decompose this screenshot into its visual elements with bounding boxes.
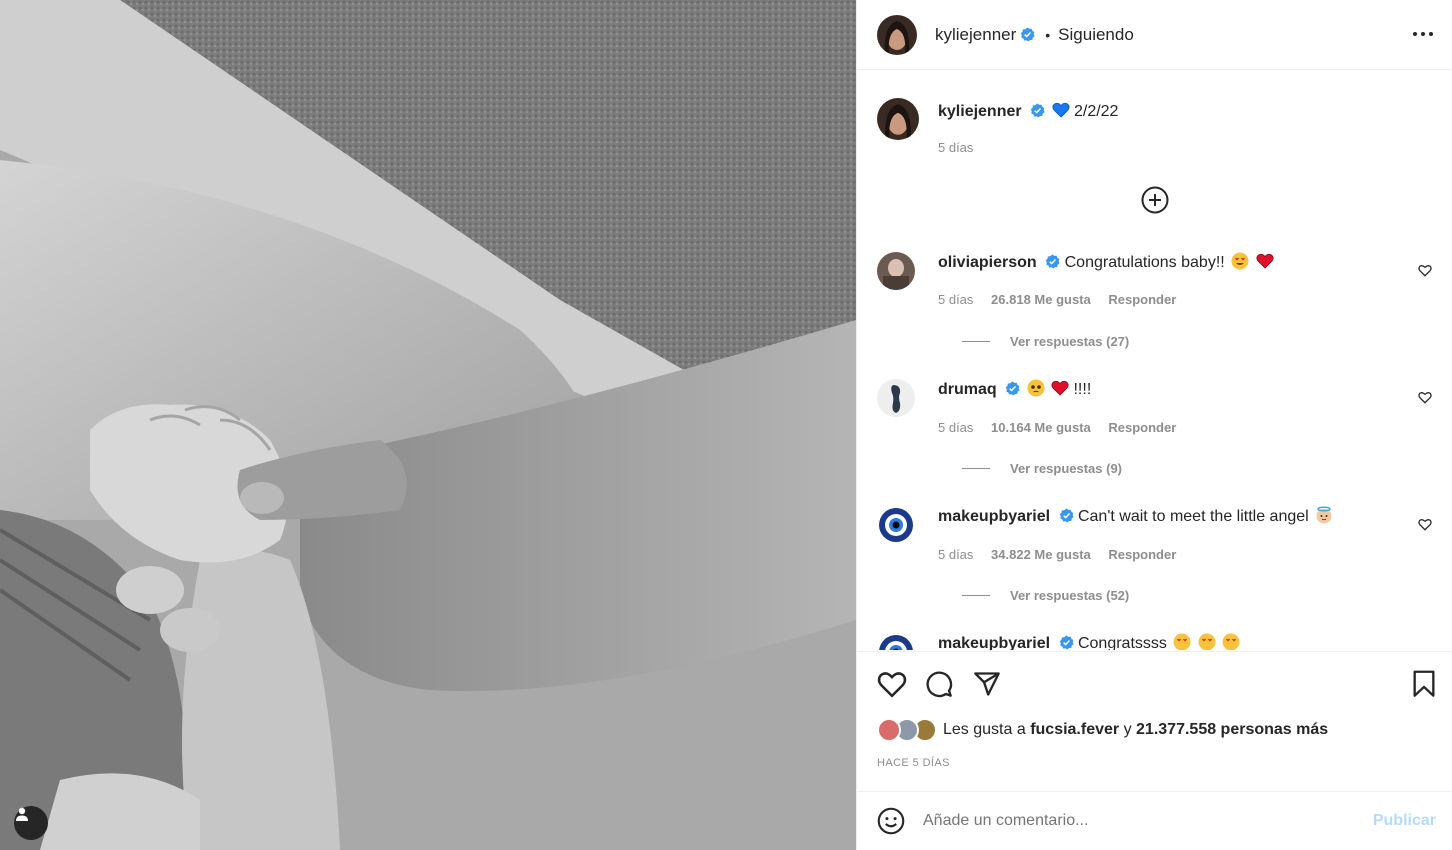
likes-summary[interactable]: Les gusta a fucsia.fever y 21.377.558 pe… (877, 718, 1328, 742)
like-comment-heart-icon[interactable] (1418, 391, 1432, 404)
heart-eyes-emoji-icon (1231, 252, 1249, 270)
likers-avatars (877, 718, 943, 742)
view-replies-button[interactable]: Ver respuestas (52) (962, 588, 1130, 603)
caption-author-avatar[interactable] (877, 98, 919, 140)
liker-username[interactable]: fucsia.fever (1030, 721, 1119, 739)
comment-meta: 5 días 34.822 Me gusta Responder (938, 547, 1190, 562)
follow-status-button[interactable]: Siguiendo (1058, 25, 1134, 45)
comment-item: makeupbyariel Congratssss (877, 633, 1432, 650)
comments-list[interactable]: kyliejenner 2/2/22 5 días oliviapierson … (857, 70, 1452, 650)
heart-eyes-emoji-icon (1222, 633, 1240, 650)
comment-text: Can't wait to meet the little angel (1077, 508, 1309, 525)
likes-count[interactable]: 21.377.558 personas más (1136, 721, 1328, 739)
post-details-pane: kyliejenner • Siguiendo kyliejenner 2/2/… (856, 0, 1452, 850)
like-comment-heart-icon[interactable] (1418, 518, 1432, 531)
view-replies-label: Ver respuestas (52) (1010, 588, 1130, 603)
tagged-users-button[interactable] (14, 806, 48, 840)
post-header: kyliejenner • Siguiendo (857, 0, 1452, 70)
post-actions: Les gusta a fucsia.fever y 21.377.558 pe… (857, 651, 1452, 791)
commenter-username[interactable]: oliviapierson (938, 254, 1037, 271)
verified-badge-icon (1059, 508, 1074, 523)
view-replies-button[interactable]: Ver respuestas (9) (962, 461, 1123, 476)
commenter-username[interactable]: makeupbyariel (938, 508, 1050, 525)
commenter-avatar[interactable] (877, 633, 915, 650)
replies-divider (962, 595, 990, 596)
commenter-username[interactable]: makeupbyariel (938, 635, 1050, 650)
emoji-picker-icon[interactable] (877, 807, 905, 835)
baby-angel-emoji-icon (1316, 506, 1332, 524)
likes-prefix: Les gusta a (943, 721, 1026, 738)
blue-heart-icon (1051, 102, 1070, 118)
caption: kyliejenner 2/2/22 5 días (877, 98, 1432, 158)
post-timestamp[interactable]: HACE 5 DÍAS (877, 757, 950, 769)
post-image (0, 0, 856, 850)
reply-button[interactable]: Responder (1108, 547, 1176, 562)
likes-joiner: y (1123, 721, 1132, 738)
view-replies-button[interactable]: Ver respuestas (27) (962, 334, 1130, 349)
comment-item: oliviapierson Congratulations baby!! 5 d… (877, 252, 1432, 352)
view-replies-label: Ver respuestas (9) (1010, 461, 1123, 476)
comment-text: Congratssss (1077, 635, 1167, 650)
caption-text: 2/2/22 (1073, 103, 1119, 120)
comment-likes[interactable]: 26.818 Me gusta (991, 292, 1091, 307)
comment-age: 5 días (938, 547, 974, 562)
commenter-avatar[interactable] (877, 252, 915, 290)
verified-badge-icon (1045, 254, 1060, 269)
verified-badge-icon (1005, 381, 1020, 396)
caption-meta: 5 días (938, 140, 987, 155)
pleading-face-emoji-icon (1027, 379, 1045, 397)
like-comment-heart-icon[interactable] (1418, 264, 1432, 277)
comment-bubble-icon[interactable] (925, 670, 953, 698)
comment-likes[interactable]: 10.164 Me gusta (991, 420, 1091, 435)
post-photo[interactable] (0, 0, 856, 850)
replies-divider (962, 468, 990, 469)
comment-meta: 5 días 10.164 Me gusta Responder (938, 420, 1190, 435)
author-avatar[interactable] (877, 14, 917, 55)
author-username[interactable]: kyliejenner (935, 25, 1016, 45)
commenter-username[interactable]: drumaq (938, 381, 997, 398)
separator-dot: • (1045, 26, 1051, 43)
publish-button[interactable]: Publicar (1373, 812, 1436, 830)
verified-badge-icon (1059, 635, 1074, 650)
comment-meta: 5 días 26.818 Me gusta Responder (938, 292, 1190, 307)
heart-eyes-emoji-icon (1173, 633, 1191, 650)
red-heart-icon (1256, 253, 1274, 269)
commenter-avatar[interactable] (877, 506, 915, 544)
share-paper-plane-icon[interactable] (973, 670, 1001, 698)
comment-item: drumaq !!!! 5 días 10.164 Me gusta Respo… (877, 379, 1432, 479)
replies-divider (962, 341, 990, 342)
liker-avatar (877, 718, 901, 742)
add-comment-form: Publicar (857, 791, 1452, 850)
caption-age: 5 días (938, 140, 974, 155)
comment-text: !!!! (1073, 381, 1092, 398)
caption-username[interactable]: kyliejenner (938, 103, 1022, 120)
view-replies-label: Ver respuestas (27) (1010, 334, 1130, 349)
more-options-icon[interactable] (1412, 24, 1434, 44)
red-heart-icon (1051, 380, 1069, 396)
comment-age: 5 días (938, 292, 974, 307)
reply-button[interactable]: Responder (1108, 292, 1176, 307)
commenter-avatar[interactable] (877, 379, 915, 417)
comment-likes[interactable]: 34.822 Me gusta (991, 547, 1091, 562)
reply-button[interactable]: Responder (1108, 420, 1176, 435)
load-more-comments-icon[interactable] (1141, 186, 1169, 214)
heart-eyes-emoji-icon (1198, 633, 1216, 650)
like-heart-icon[interactable] (877, 670, 907, 698)
verified-badge-icon (1021, 27, 1035, 42)
comment-age: 5 días (938, 420, 974, 435)
comment-input[interactable] (923, 812, 1363, 830)
comment-item: makeupbyariel Can't wait to meet the lit… (877, 506, 1432, 606)
save-bookmark-icon[interactable] (1412, 670, 1436, 698)
verified-badge-icon (1030, 103, 1045, 118)
comment-text: Congratulations baby!! (1064, 254, 1225, 271)
user-icon (16, 807, 28, 821)
